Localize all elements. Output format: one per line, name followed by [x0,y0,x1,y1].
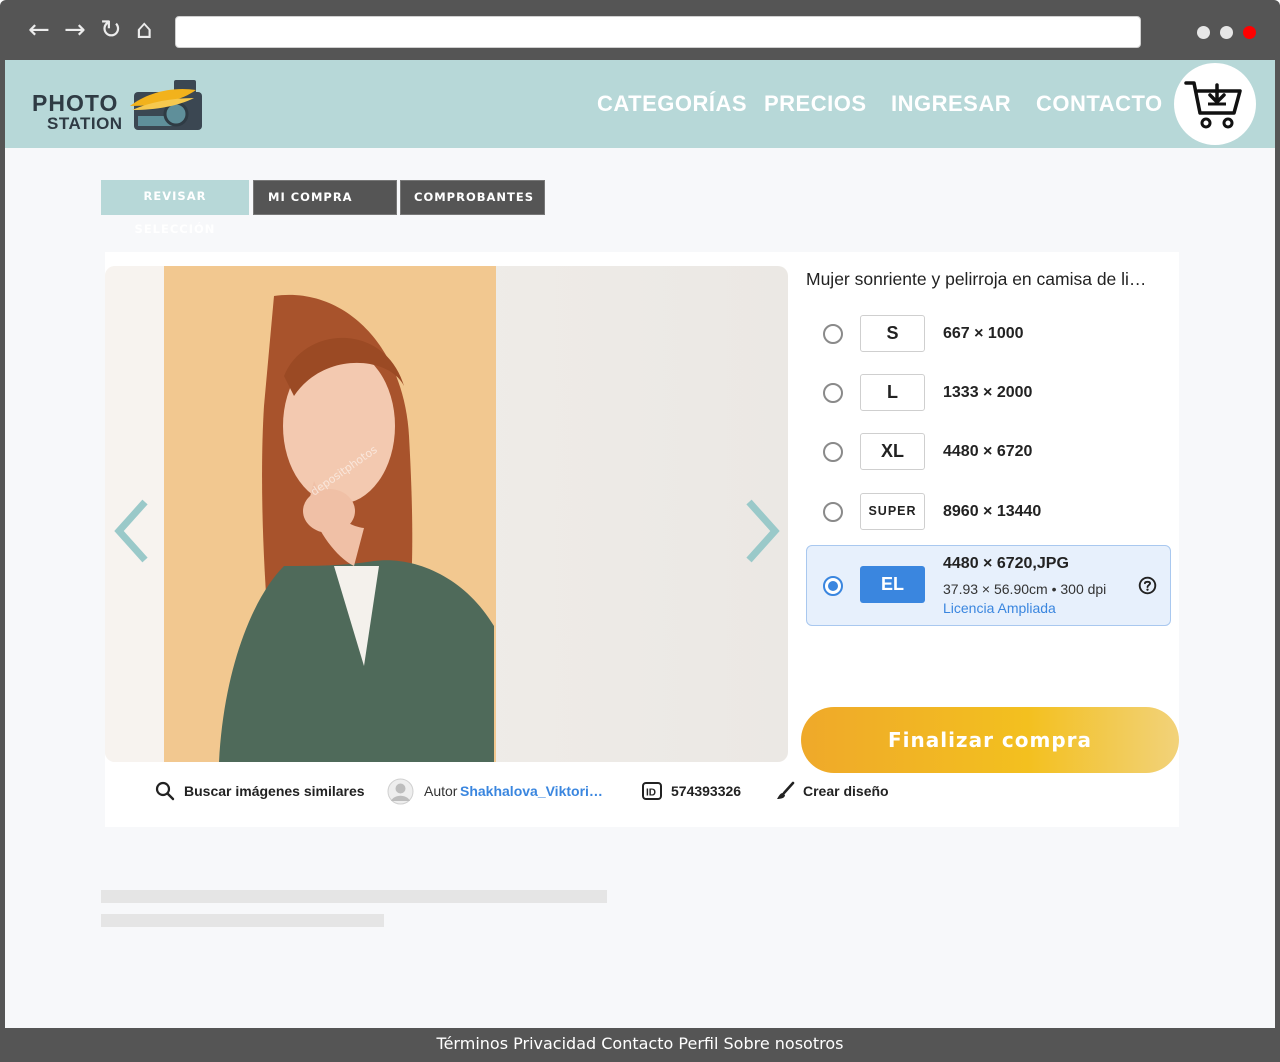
tab-revisar-seleccion[interactable]: REVISAR SELECCIÓN [101,180,249,236]
author-avatar[interactable] [387,778,414,805]
size-badge-xl[interactable]: XL [860,433,925,470]
window-close-dot[interactable] [1243,26,1256,39]
next-image-arrow-icon[interactable] [743,498,783,564]
size-badge-s[interactable]: S [860,315,925,352]
footer-link-terminos[interactable]: Términos [437,1034,509,1053]
size-dimensions-super: 8960 × 13440 [943,503,1042,520]
reload-icon[interactable]: ↻ [100,14,122,46]
home-icon[interactable]: ⌂ [136,14,153,46]
footer-link-contacto[interactable]: Contacto [601,1034,673,1053]
browser-toolbar: ← → ↻ ⌂ [0,0,1280,60]
footer-link-perfil[interactable]: Perfil [678,1034,718,1053]
woman-portrait-image: depositphotos [164,266,496,762]
window-dot-1[interactable] [1197,26,1210,39]
address-bar[interactable] [175,16,1141,48]
back-arrow-icon[interactable]: ← [28,14,50,46]
search-icon [155,781,175,801]
logo-text-station: STATION [47,114,123,133]
size-dimensions-xl: 4480 × 6720 [943,443,1033,460]
search-similar-label: Buscar imágenes similares [184,783,365,799]
tab-comprobantes[interactable]: COMPROBANTES [400,180,545,215]
camera-logo-icon [130,80,202,130]
size-details-el: 37.93 × 56.90cm • 300 dpi [943,581,1107,597]
size-badge-el[interactable]: EL [860,566,925,603]
author-name-link[interactable]: Shakhalova_Viktori… [460,780,603,802]
image-id-value: 574393326 [671,783,742,799]
nav-contacto[interactable]: CONTACTO [1036,60,1163,148]
radio-super[interactable] [823,502,843,522]
size-dimensions-s: 667 × 1000 [943,325,1024,342]
site-footer: Términos Privacidad Contacto Perfil Sobr… [0,1028,1280,1062]
skeleton-line-1 [101,890,607,903]
radio-el[interactable] [823,576,843,596]
photo-subject: depositphotos [164,266,496,762]
footer-link-sobre-nosotros[interactable]: Sobre nosotros [724,1034,844,1053]
author-label: Autor [424,783,458,799]
image-title: Mujer sonriente y pelirroja en camisa de… [806,269,1147,289]
size-badge-l[interactable]: L [860,374,925,411]
prev-image-arrow-icon[interactable] [111,498,151,564]
radio-xl[interactable] [823,442,843,462]
logo-text-photo: PHOTO [32,90,119,116]
nav-categorias[interactable]: CATEGORÍAS [597,60,747,148]
help-icon[interactable] [1138,576,1157,595]
footer-link-privacidad[interactable]: Privacidad [513,1034,596,1053]
size-badge-super[interactable]: SUPER [860,493,925,530]
size-dimensions-l: 1333 × 2000 [943,384,1033,401]
skeleton-line-2 [101,914,384,927]
svg-text:ID: ID [646,788,656,799]
cart-download-icon [1184,81,1242,129]
license-link[interactable]: Licencia Ampliada [943,600,1056,616]
nav-precios[interactable]: PRECIOS [764,60,867,148]
forward-arrow-icon[interactable]: → [64,14,86,46]
radio-l[interactable] [823,383,843,403]
size-dimensions-el: 4480 × 6720,JPG [943,555,1069,572]
photo-station-logo[interactable]: PHOTO STATION [32,76,204,136]
window-dot-2[interactable] [1220,26,1233,39]
brush-icon [777,781,795,799]
id-icon: ID [642,782,662,800]
create-design-label: Crear diseño [803,783,889,799]
checkout-button[interactable]: Finalizar compra [801,707,1179,773]
radio-s[interactable] [823,324,843,344]
product-photo[interactable]: depositphotos [105,266,788,762]
nav-ingresar[interactable]: INGRESAR [891,60,1011,148]
tab-mi-compra[interactable]: MI COMPRA [253,180,397,215]
cart-button[interactable] [1174,63,1256,145]
